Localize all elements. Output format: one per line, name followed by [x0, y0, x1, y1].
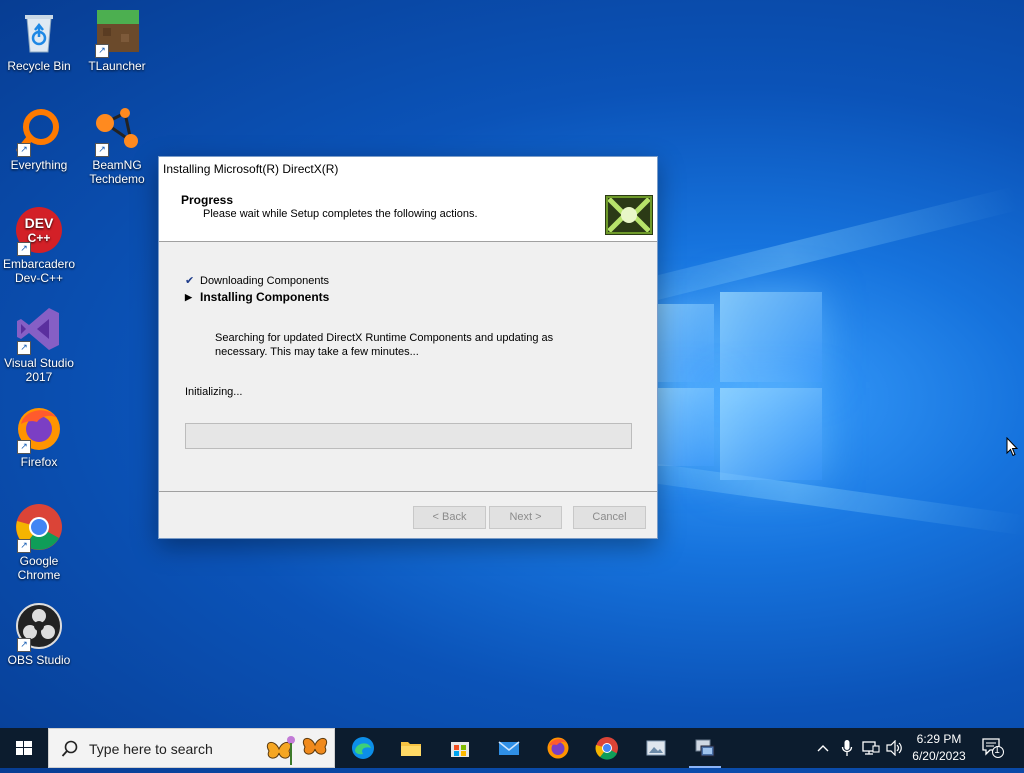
taskbar-file-explorer[interactable]	[387, 728, 435, 768]
shortcut-arrow-icon: ↗	[17, 341, 31, 355]
directx-logo-icon	[605, 195, 653, 235]
recycle-bin-icon	[15, 8, 63, 56]
taskbar-mail[interactable]	[485, 728, 533, 768]
devcpp-icon: DEV C++ ↗	[15, 206, 63, 256]
step-downloading-components: ✔ Downloading Components	[185, 273, 329, 289]
taskbar-search-box[interactable]: Type here to search	[48, 728, 335, 768]
shortcut-arrow-icon: ↗	[17, 143, 31, 157]
firefox-icon: ↗	[15, 404, 63, 454]
desktop-icon-label: Embarcadero Dev-C++	[2, 257, 76, 285]
directx-installer-dialog: Installing Microsoft(R) DirectX(R) Progr…	[158, 156, 658, 539]
desktop-icon-label: BeamNG Techdemo	[89, 158, 145, 186]
desktop-icon-tlauncher[interactable]: ↗ TLauncher	[78, 8, 156, 73]
dialog-title: Installing Microsoft(R) DirectX(R)	[163, 162, 339, 176]
shortcut-arrow-icon: ↗	[17, 638, 31, 652]
header-title: Progress	[181, 193, 234, 207]
network-icon	[862, 741, 880, 755]
everything-icon: ↗	[15, 107, 63, 157]
taskbar-photo-viewer[interactable]	[632, 728, 680, 768]
speaker-icon	[886, 740, 902, 756]
windows-start-icon	[16, 741, 32, 755]
file-explorer-icon	[401, 742, 421, 756]
microphone-icon	[841, 740, 853, 756]
desktop-icon-chrome[interactable]: ↗ Google Chrome	[0, 503, 78, 582]
visual-studio-icon: ↗	[15, 305, 63, 355]
mouse-cursor-icon	[1006, 436, 1019, 462]
desktop-icon-visual-studio[interactable]: ↗ Visual Studio 2017	[0, 305, 78, 384]
desktop-icon-firefox[interactable]: ↗ Firefox	[0, 404, 78, 469]
start-button[interactable]	[0, 728, 48, 768]
taskbar-edge[interactable]	[339, 728, 387, 768]
clock-time: 6:29 PM	[916, 732, 962, 746]
microphone-tray-button[interactable]	[836, 728, 858, 768]
current-step-arrow-icon: ▶	[185, 292, 192, 302]
chrome-icon: ↗	[15, 503, 63, 553]
desktop-icon-obs[interactable]: ↗ OBS Studio	[0, 602, 78, 667]
shortcut-arrow-icon: ↗	[95, 44, 109, 58]
desktop-icon-label: Visual Studio 2017	[4, 356, 74, 384]
desktop-icon-label: Firefox	[20, 455, 58, 469]
volume-tray-button[interactable]	[884, 728, 906, 768]
desktop-icon-everything[interactable]: ↗ Everything	[0, 107, 78, 172]
dialog-header: Progress Please wait while Setup complet…	[159, 181, 657, 242]
taskbar-clock[interactable]: 6:29 PM 6/20/2023	[905, 731, 973, 765]
desktop-icon-label: TLauncher	[88, 59, 146, 73]
obs-icon: ↗	[15, 602, 63, 652]
back-button[interactable]: < Back	[413, 506, 486, 529]
chrome-icon	[595, 737, 618, 760]
clock-date: 6/20/2023	[912, 749, 966, 763]
show-hidden-icons-button[interactable]	[812, 728, 834, 768]
desktop-icon-devcpp[interactable]: DEV C++ ↗ Embarcadero Dev-C++	[0, 206, 78, 285]
windows-wallpaper-logo	[650, 290, 822, 480]
action-center-button[interactable]: 1	[980, 728, 1006, 768]
firefox-icon	[547, 737, 569, 759]
desktop-icon-label: Recycle Bin	[7, 59, 71, 73]
step-installing-components: ▶ Installing Components	[185, 289, 329, 305]
step-label: Downloading Components	[200, 275, 330, 287]
desktop-icon-label: Google Chrome	[17, 554, 61, 582]
devcpp-badge-top: DEV	[25, 215, 54, 231]
devcpp-badge-bottom: C++	[28, 231, 51, 245]
cancel-button[interactable]: Cancel	[573, 506, 646, 529]
taskbar-firefox[interactable]	[534, 728, 582, 768]
chevron-up-icon	[817, 745, 829, 752]
desktop-icon-beamng[interactable]: ↗ BeamNG Techdemo	[78, 107, 156, 186]
search-highlight-butterflies-icon	[266, 736, 328, 765]
mail-icon	[498, 741, 520, 755]
desktop-icon-label: Everything	[10, 158, 68, 172]
desktop-icon-label: OBS Studio	[7, 653, 71, 667]
store-icon	[451, 742, 469, 757]
search-placeholder: Type here to search	[89, 741, 213, 757]
header-subtitle: Please wait while Setup completes the fo…	[203, 208, 478, 220]
beamng-icon: ↗	[93, 107, 141, 157]
shortcut-arrow-icon: ↗	[95, 143, 109, 157]
desktop-icon-recycle-bin[interactable]: Recycle Bin	[0, 8, 78, 73]
next-button[interactable]: Next >	[489, 506, 562, 529]
photo-viewer-icon	[646, 740, 666, 756]
check-icon: ✔	[185, 275, 195, 287]
notification-count-badge: 1	[994, 745, 1000, 756]
footer-separator	[159, 491, 657, 492]
shortcut-arrow-icon: ↗	[17, 242, 31, 256]
step-description: Searching for updated DirectX Runtime Co…	[215, 332, 554, 358]
edge-icon	[352, 737, 374, 759]
step-list: ✔ Downloading Components ▶ Installing Co…	[185, 273, 329, 305]
network-tray-button[interactable]	[860, 728, 882, 768]
step-label: Installing Components	[200, 290, 330, 304]
status-text: Initializing...	[185, 386, 243, 398]
progress-bar	[185, 423, 632, 449]
directx-setup-icon	[695, 739, 715, 757]
taskbar-store[interactable]	[436, 728, 484, 768]
search-icon	[61, 740, 78, 757]
shortcut-arrow-icon: ↗	[17, 539, 31, 553]
tlauncher-icon: ↗	[93, 8, 141, 58]
dialog-title-bar[interactable]: Installing Microsoft(R) DirectX(R)	[159, 157, 657, 181]
taskbar-chrome[interactable]	[583, 728, 631, 768]
taskbar: Type here to search 6:29 PM 6/20/2023 1	[0, 728, 1024, 768]
taskbar-directx-setup[interactable]	[681, 728, 729, 768]
shortcut-arrow-icon: ↗	[17, 440, 31, 454]
